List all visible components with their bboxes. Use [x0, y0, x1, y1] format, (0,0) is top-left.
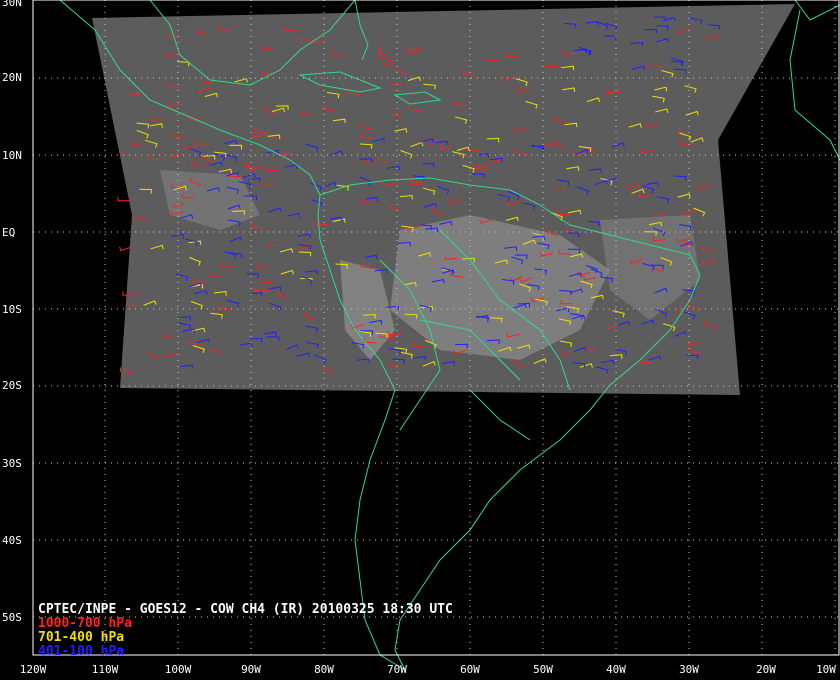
- lon-label-60w: 60W: [460, 663, 480, 676]
- lon-label-120w: 120W: [19, 663, 47, 676]
- lat-label-30s: 30S: [2, 457, 22, 470]
- lon-label-110w: 110W: [91, 663, 119, 676]
- lon-label-30w: 30W: [679, 663, 699, 676]
- lon-label-10w: 10W: [816, 663, 836, 676]
- lat-label-eq: EQ: [2, 226, 16, 239]
- legend-high-level: 401-100 hPa: [38, 644, 125, 659]
- lat-label-30n: 30N: [2, 0, 22, 9]
- lat-label-20n: 20N: [2, 71, 22, 84]
- lon-label-90w: 90W: [241, 663, 261, 676]
- lat-label-10n: 10N: [2, 149, 22, 162]
- lat-label-50s: 50S: [2, 611, 22, 624]
- lon-label-100w: 100W: [164, 663, 192, 676]
- legend-low-level: 1000-700 hPa: [38, 616, 132, 631]
- coastline-africa: [789, 9, 840, 161]
- lon-label-50w: 50W: [533, 663, 553, 676]
- lat-label-40s: 40S: [2, 534, 22, 547]
- lon-label-20w: 20W: [756, 663, 776, 676]
- lat-label-10s: 10S: [2, 303, 22, 316]
- legend-mid-level: 701-400 hPa: [38, 630, 125, 645]
- border-argentina: [469, 389, 531, 441]
- lon-label-70w: 70W: [387, 663, 407, 676]
- lat-label-20s: 20S: [2, 379, 22, 392]
- lon-label-80w: 80W: [314, 663, 334, 676]
- lon-label-40w: 40W: [606, 663, 626, 676]
- image-caption: CPTEC/INPE - GOES12 - COW CH4 (IR) 20100…: [38, 602, 453, 617]
- satellite-wind-map: [32, 0, 840, 672]
- wind-barb: [117, 196, 131, 202]
- coastline-greenland-fragment: [794, 0, 840, 21]
